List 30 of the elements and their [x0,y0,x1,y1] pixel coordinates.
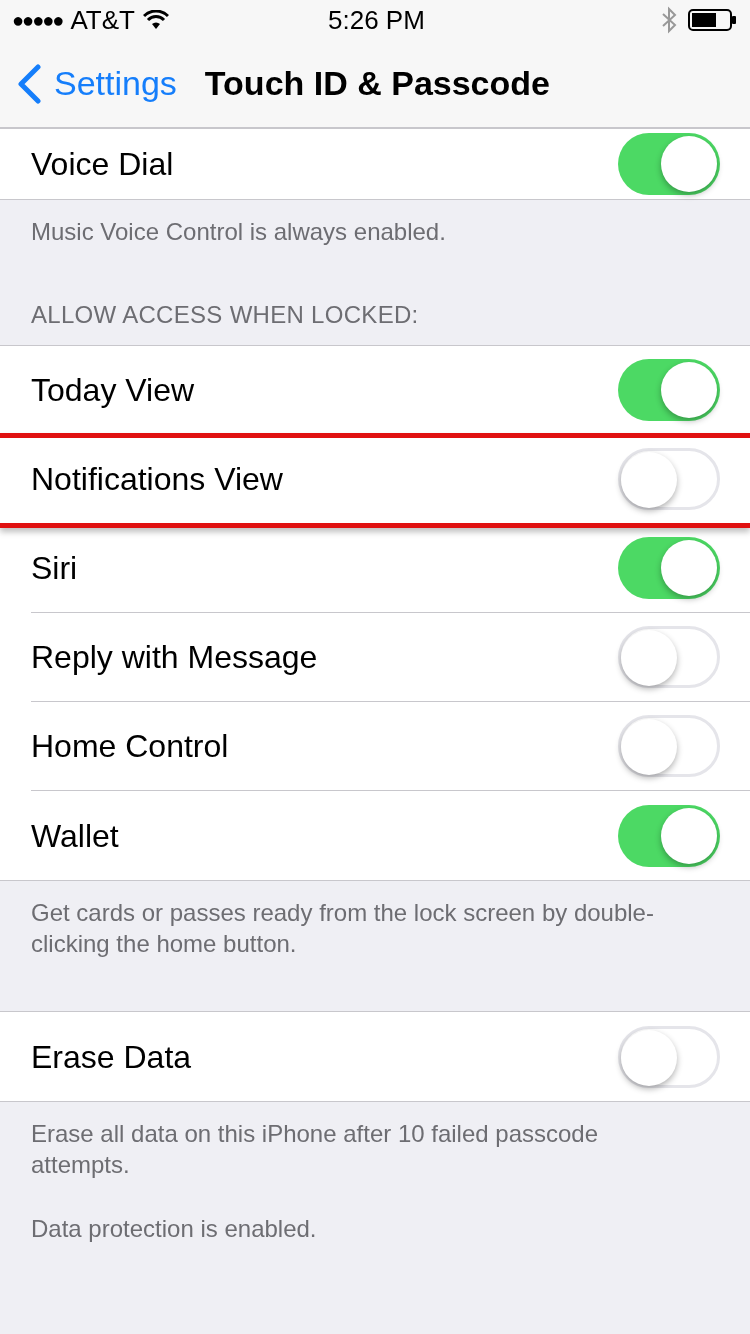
back-button[interactable]: Settings [16,58,177,109]
toggle-switch[interactable] [618,448,720,510]
setting-label: Today View [31,371,196,410]
nav-title: Touch ID & Passcode [204,63,550,104]
footer-note: Get cards or passes ready from the lock screen by double-clicking the home button. [31,898,655,959]
toggle-switch[interactable] [618,715,720,777]
setting-label: Wallet [31,816,120,856]
toggle-switch[interactable] [618,133,720,195]
footer-note: Erase all data on this iPhone after 10 failed passcode attempts. [31,1119,600,1180]
clock-time: 5:26 PM [328,3,425,37]
battery-icon [688,8,738,32]
footer-note: Data protection is enabled. [31,1214,318,1244]
footer-note: Music Voice Control is always enabled. [31,217,447,247]
setting-label: Reply with Message [31,638,319,677]
setting-label: Erase Data [31,1037,193,1077]
setting-label: Voice Dial [31,145,175,184]
setting-label: Notifications View [31,460,284,499]
setting-label: Siri [31,549,79,588]
toggle-switch[interactable] [618,626,720,688]
setting-label: Home Control [31,727,230,766]
wifi-icon [142,10,169,30]
bluetooth-icon [660,6,678,34]
signal-strength: ●●●●● [12,8,63,33]
toggle-switch[interactable] [618,804,720,867]
toggle-switch[interactable] [618,359,720,421]
toggle-switch[interactable] [618,537,720,599]
back-chevron-icon [16,63,42,104]
section-header: ALLOW ACCESS WHEN LOCKED: [30,300,420,330]
carrier-name: AT&T [70,3,135,37]
toggle-switch[interactable] [618,1025,720,1088]
